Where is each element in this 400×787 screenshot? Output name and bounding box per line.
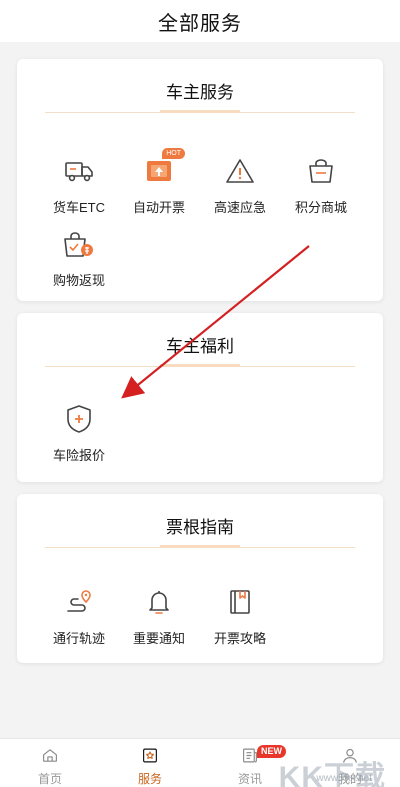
shield-plus-icon xyxy=(59,399,99,439)
tab-service[interactable]: 服务 xyxy=(100,739,200,787)
service-item-label: 车险报价 xyxy=(52,448,105,463)
service-item-label: 通行轨迹 xyxy=(52,631,105,646)
service-item-label: 自动开票 xyxy=(132,200,185,215)
route-icon xyxy=(59,582,99,622)
service-item-auto-invoice[interactable]: HOT 自动开票 xyxy=(119,148,199,221)
service-item-label: 积分商城 xyxy=(294,200,347,215)
section-card-ticket-guide: 票根指南 通行轨迹 重要通知 开票攻略 xyxy=(17,494,383,663)
cashback-bag-icon xyxy=(59,224,99,264)
hot-badge: HOT xyxy=(162,148,185,159)
service-item-label: 高速应急 xyxy=(213,200,266,215)
home-icon xyxy=(43,749,57,762)
service-item-label: 购物返现 xyxy=(52,273,105,288)
truck-icon xyxy=(59,151,99,191)
service-item-invoice-guide[interactable]: 开票攻略 xyxy=(200,582,280,652)
invoice-icon: HOT xyxy=(139,148,185,191)
service-item-truck-etc[interactable]: 货车ETC xyxy=(39,151,119,221)
tab-label: 资讯 xyxy=(237,772,262,786)
tab-label: 首页 xyxy=(37,772,62,786)
section-header: 车主服务 xyxy=(45,81,355,113)
guide-book-icon xyxy=(220,582,260,622)
service-item-label: 重要通知 xyxy=(132,631,185,646)
service-icon xyxy=(143,748,157,763)
section-title: 车主服务 xyxy=(160,81,240,113)
service-item-travel-track[interactable]: 通行轨迹 xyxy=(39,582,119,652)
service-item-cashback[interactable]: 购物返现 xyxy=(39,224,119,294)
section-title: 票根指南 xyxy=(160,516,240,548)
section-card-owner-services: 车主服务 货车ETC HOT 自动开票 高速应急 积分商城 购物返现 xyxy=(17,59,383,301)
section-title: 车主福利 xyxy=(160,335,240,367)
section-header: 票根指南 xyxy=(45,516,355,548)
service-item-points-mall[interactable]: 积分商城 xyxy=(281,151,361,221)
section-card-owner-benefits: 车主福利 车险报价 xyxy=(17,313,383,482)
service-item-label: 货车ETC xyxy=(52,200,105,215)
section-header: 车主福利 xyxy=(45,335,355,367)
header: 全部服务 xyxy=(0,0,400,42)
shop-bag-icon xyxy=(301,151,341,191)
page-title: 全部服务 xyxy=(158,12,242,35)
warning-icon xyxy=(220,151,260,191)
service-item-highway-emergency[interactable]: 高速应急 xyxy=(200,151,280,221)
service-item-important-notice[interactable]: 重要通知 xyxy=(119,582,199,652)
bell-icon xyxy=(139,582,179,622)
watermark-url: www.kkx.net xyxy=(316,773,372,784)
service-item-insurance-quote[interactable]: 车险报价 xyxy=(39,399,119,469)
tab-home[interactable]: 首页 xyxy=(0,739,100,787)
tab-label: 服务 xyxy=(137,772,162,786)
service-item-label: 开票攻略 xyxy=(213,631,266,646)
